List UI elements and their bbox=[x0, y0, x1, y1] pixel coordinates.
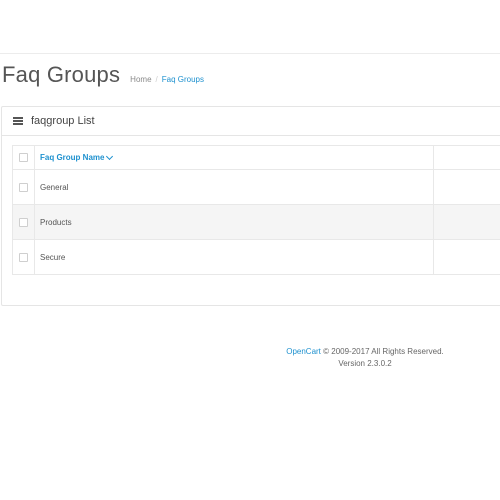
faq-group-name-header: Faq Group Name bbox=[34, 145, 434, 170]
table-header-row: Faq Group Name bbox=[12, 145, 500, 170]
faq-group-name-cell: Products bbox=[34, 204, 434, 240]
action-cell bbox=[433, 169, 500, 205]
top-divider bbox=[0, 53, 500, 54]
footer: OpenCart © 2009-2017 All Rights Reserved… bbox=[230, 346, 500, 370]
faqgroup-table-wrapper: Faq Group Name General Products Secure bbox=[12, 145, 500, 275]
breadcrumb: Home / Faq Groups bbox=[130, 75, 204, 84]
action-cell bbox=[433, 204, 500, 240]
faq-group-name-cell: General bbox=[34, 169, 434, 205]
row-checkbox[interactable] bbox=[19, 217, 28, 227]
breadcrumb-home-link[interactable]: Home bbox=[130, 75, 151, 84]
faq-group-name-cell: Secure bbox=[34, 239, 434, 275]
footer-copyright-line: OpenCart © 2009-2017 All Rights Reserved… bbox=[230, 346, 500, 358]
row-checkbox[interactable] bbox=[19, 182, 28, 192]
row-checkbox-cell bbox=[12, 169, 35, 205]
version-text: Version 2.3.0.2 bbox=[338, 359, 392, 368]
breadcrumb-faq-groups-link[interactable]: Faq Groups bbox=[162, 75, 204, 84]
action-header bbox=[433, 145, 500, 170]
page-header: Faq Groups Home / Faq Groups bbox=[2, 62, 204, 88]
select-all-checkbox[interactable] bbox=[19, 153, 28, 162]
copyright-text: © 2009-2017 All Rights Reserved. bbox=[323, 347, 444, 356]
sort-by-name-link[interactable]: Faq Group Name bbox=[40, 152, 114, 162]
sort-link-label: Faq Group Name bbox=[40, 153, 105, 162]
faqgroup-table: Faq Group Name General Products Secure bbox=[12, 145, 500, 275]
select-all-cell bbox=[12, 145, 35, 170]
page: Faq Groups Home / Faq Groups faqgroup Li… bbox=[0, 0, 500, 500]
table-row: General bbox=[12, 169, 500, 205]
breadcrumb-separator: / bbox=[155, 75, 158, 84]
row-checkbox-cell bbox=[12, 239, 35, 275]
row-checkbox-cell bbox=[12, 204, 35, 240]
table-row: Products bbox=[12, 204, 500, 240]
action-cell bbox=[433, 239, 500, 275]
caret-down-icon bbox=[106, 152, 114, 160]
panel-title: faqgroup List bbox=[31, 115, 95, 127]
table-row: Secure bbox=[12, 239, 500, 275]
panel-heading: faqgroup List bbox=[2, 107, 500, 136]
opencart-link[interactable]: OpenCart bbox=[286, 347, 321, 356]
page-title: Faq Groups bbox=[2, 62, 121, 87]
list-icon bbox=[13, 117, 23, 125]
faqgroup-list-panel: faqgroup List Faq Group Name General Pro… bbox=[1, 106, 500, 306]
row-checkbox[interactable] bbox=[19, 252, 28, 262]
